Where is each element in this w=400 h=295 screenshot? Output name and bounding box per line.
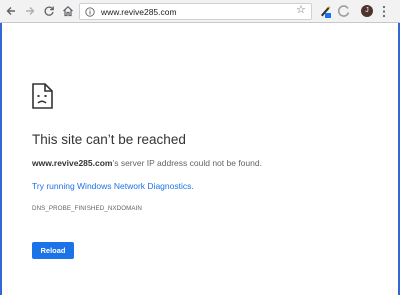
back-button[interactable] <box>3 3 19 19</box>
kebab-menu-icon[interactable] <box>381 5 387 18</box>
reload-toolbar-button[interactable] <box>41 3 57 19</box>
error-title: This site can’t be reached <box>32 132 186 147</box>
browser-toolbar: www.revive285.com ☆ J <box>0 0 400 23</box>
star-icon[interactable]: ☆ <box>296 4 308 16</box>
error-code: DNS_PROBE_FINISHED_NXDOMAIN <box>32 205 142 212</box>
avatar[interactable]: J <box>361 5 373 17</box>
error-description: www.revive285.com’s server IP address co… <box>32 158 262 168</box>
window-frame-left <box>0 23 2 295</box>
address-bar[interactable]: www.revive285.com <box>79 3 312 20</box>
reload-button[interactable]: Reload <box>32 242 74 259</box>
sad-page-icon <box>32 83 53 109</box>
info-icon[interactable] <box>85 7 95 17</box>
error-host: www.revive285.com <box>32 158 113 168</box>
url-text[interactable]: www.revive285.com <box>101 6 177 18</box>
home-icon <box>63 5 73 17</box>
network-diagnostics-link[interactable]: Try running Windows Network Diagnostics. <box>32 181 194 191</box>
error-description-rest: ’s server IP address could not be found. <box>112 158 262 168</box>
circle-extension-icon[interactable] <box>337 4 351 18</box>
back-arrow-icon <box>6 7 15 15</box>
pen-extension-icon[interactable] <box>318 4 332 19</box>
forward-arrow-icon <box>26 7 35 15</box>
reload-icon <box>44 6 54 16</box>
home-button[interactable] <box>60 3 76 19</box>
forward-button[interactable] <box>22 3 38 19</box>
